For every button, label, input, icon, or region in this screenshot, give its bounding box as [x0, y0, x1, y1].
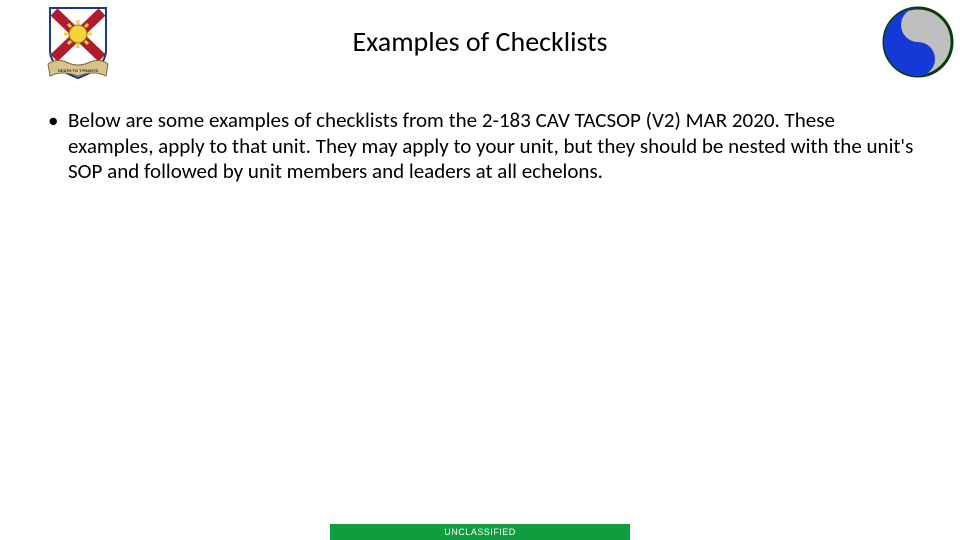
slide-body: Below are some examples of checklists fr… [42, 108, 918, 185]
bullet-list: Below are some examples of checklists fr… [42, 108, 918, 185]
slide-title: Examples of Checklists [0, 24, 960, 59]
slide: DEATH TO TYRANTS Examples of Checklists … [0, 0, 960, 540]
bullet-item: Below are some examples of checklists fr… [42, 108, 918, 185]
svg-text:DEATH TO TYRANTS: DEATH TO TYRANTS [58, 68, 98, 73]
classification-bar: UNCLASSIFIED [330, 524, 630, 540]
